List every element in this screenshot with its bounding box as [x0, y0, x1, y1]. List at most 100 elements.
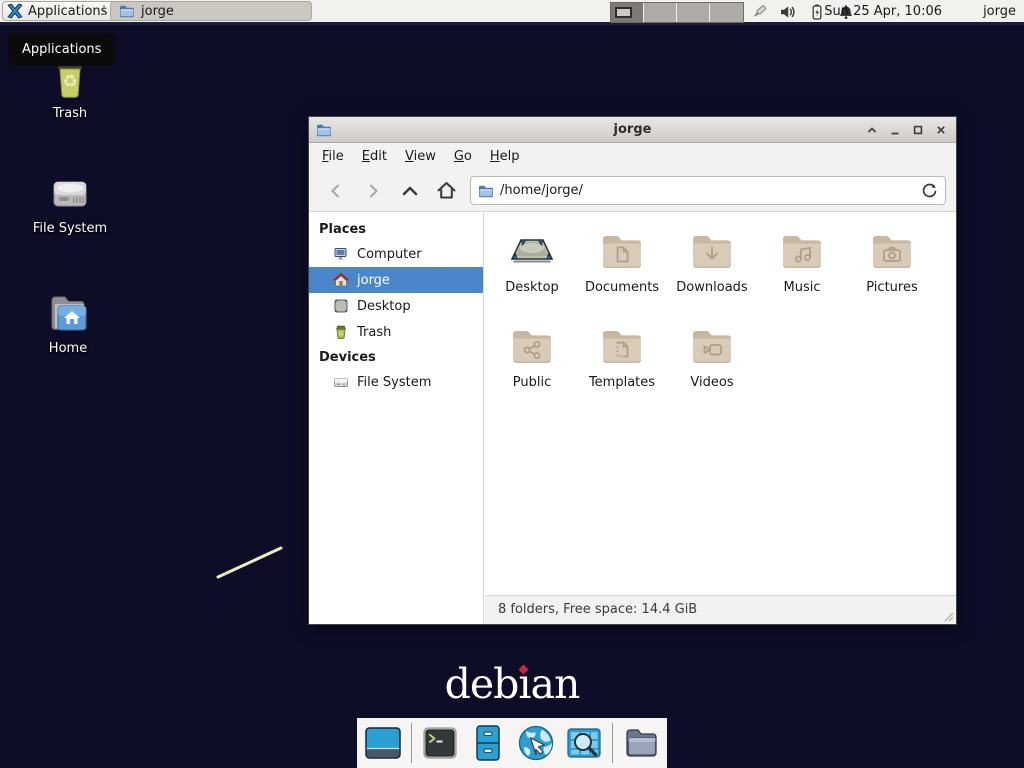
panel-clock[interactable]: Sun 25 Apr, 10:06	[824, 0, 942, 22]
sidebar-item-trash[interactable]: ♻ Trash	[309, 319, 483, 345]
home-folder-icon	[16, 288, 120, 336]
debian-logo-text: an	[531, 660, 580, 708]
file-item-label: Desktop	[487, 280, 577, 295]
sidebar: Places Computer jorge Desktop	[309, 213, 484, 624]
dock-separator	[612, 723, 613, 763]
taskbar-window-button[interactable]: jorge	[110, 1, 312, 21]
file-manager-icon[interactable]	[468, 723, 508, 763]
documents-folder-icon	[577, 227, 667, 275]
desktop-icon-label: Home	[16, 341, 120, 356]
applications-menu-label: Applications	[28, 4, 107, 19]
terminal-icon[interactable]	[420, 723, 460, 763]
templates-folder-icon	[577, 322, 667, 370]
forward-button[interactable]	[354, 176, 391, 206]
menu-bar: File Edit View Go Help	[309, 143, 956, 170]
menu-go[interactable]: Go	[445, 145, 481, 168]
sidebar-item-label: File System	[357, 375, 431, 390]
status-bar: 8 folders, Free space: 14.4 GiB	[485, 595, 956, 624]
pictures-folder-icon	[847, 227, 937, 275]
up-button[interactable]	[391, 176, 428, 206]
sidebar-item-desktop[interactable]: Desktop	[309, 293, 483, 319]
directory-menu-icon[interactable]	[621, 723, 661, 763]
videos-folder-icon	[667, 322, 757, 370]
desktop-stray-line	[210, 540, 290, 585]
desktop-icon	[333, 298, 349, 314]
sidebar-header-devices: Devices	[309, 345, 483, 369]
applications-menu-button[interactable]: Applications	[2, 1, 116, 21]
sidebar-item-filesystem[interactable]: File System	[309, 369, 483, 395]
panel-username: jorge	[983, 0, 1016, 22]
sidebar-item-computer[interactable]: Computer	[309, 241, 483, 267]
desktop-icon-home[interactable]: Home	[16, 288, 120, 356]
dock-separator	[411, 723, 412, 763]
tool-icon[interactable]	[750, 3, 768, 21]
file-grid: Desktop Documents	[485, 213, 956, 595]
file-item-music[interactable]: Music	[757, 227, 847, 322]
desktop-icon-label: File System	[18, 221, 122, 236]
sidebar-item-label: Computer	[357, 247, 422, 262]
music-folder-icon	[757, 227, 847, 275]
workspace-1[interactable]	[611, 3, 644, 22]
xorg-logo-icon	[7, 3, 23, 19]
file-item-pictures[interactable]: Pictures	[847, 227, 937, 322]
volume-icon[interactable]	[779, 3, 797, 21]
show-desktop-icon[interactable]	[363, 723, 403, 763]
downloads-folder-icon	[667, 227, 757, 275]
path-value[interactable]: /home/jorge/	[500, 183, 915, 198]
computer-icon	[333, 246, 349, 262]
desktop-icon-filesystem[interactable]: File System	[18, 168, 122, 236]
window-titlebar[interactable]: jorge	[309, 117, 956, 143]
folder-icon	[478, 183, 494, 199]
resize-grip[interactable]	[941, 609, 955, 623]
menu-view[interactable]: View	[396, 145, 445, 168]
taskbar-window-label: jorge	[141, 4, 174, 19]
menu-help[interactable]: Help	[481, 145, 529, 168]
file-item-label: Downloads	[667, 280, 757, 295]
file-item-label: Documents	[577, 280, 667, 295]
app-finder-icon[interactable]	[564, 723, 604, 763]
public-folder-icon	[487, 322, 577, 370]
file-item-documents[interactable]: Documents	[577, 227, 667, 322]
status-text: 8 folders, Free space: 14.4 GiB	[498, 602, 697, 617]
sidebar-item-label: Desktop	[357, 299, 411, 314]
home-button[interactable]	[428, 176, 465, 206]
workspace-3[interactable]	[677, 3, 710, 22]
svg-text:♻: ♻	[62, 72, 77, 92]
reload-icon[interactable]	[921, 182, 938, 199]
web-browser-icon[interactable]	[516, 723, 556, 763]
path-entry[interactable]: /home/jorge/	[470, 176, 946, 205]
hard-drive-icon	[333, 374, 349, 390]
applications-tooltip: Applications	[8, 33, 115, 66]
hard-drive-icon	[18, 168, 122, 216]
debian-logo-text: deb	[445, 660, 519, 708]
file-item-templates[interactable]: Templates	[577, 322, 667, 417]
file-item-label: Pictures	[847, 280, 937, 295]
back-button[interactable]	[317, 176, 354, 206]
bottom-dock	[357, 718, 667, 768]
home-icon	[333, 272, 349, 288]
panel-handle[interactable]	[103, 5, 105, 15]
menu-edit[interactable]: Edit	[353, 145, 396, 168]
shade-button[interactable]	[860, 117, 883, 143]
file-item-downloads[interactable]: Downloads	[667, 227, 757, 322]
workspace-window-miniature	[615, 7, 632, 18]
desktop-special-icon	[487, 227, 577, 275]
folder-icon	[119, 3, 135, 19]
workspace-4[interactable]	[710, 3, 743, 22]
file-item-label: Videos	[667, 375, 757, 390]
file-item-desktop[interactable]: Desktop	[487, 227, 577, 322]
sidebar-item-jorge[interactable]: jorge	[309, 267, 483, 293]
file-manager-window: jorge File Edit View Go Help	[308, 116, 957, 625]
minimize-button[interactable]	[883, 117, 906, 143]
workspace-2[interactable]	[644, 3, 677, 22]
maximize-button[interactable]	[906, 117, 929, 143]
file-item-label: Public	[487, 375, 577, 390]
debian-logo: debıan	[0, 660, 1024, 708]
file-item-public[interactable]: Public	[487, 322, 577, 417]
close-button[interactable]	[929, 117, 952, 143]
file-item-label: Templates	[577, 375, 667, 390]
trash-icon: ♻	[333, 324, 349, 340]
svg-text:♻: ♻	[338, 331, 343, 338]
menu-file[interactable]: File	[313, 145, 353, 168]
file-item-videos[interactable]: Videos	[667, 322, 757, 417]
